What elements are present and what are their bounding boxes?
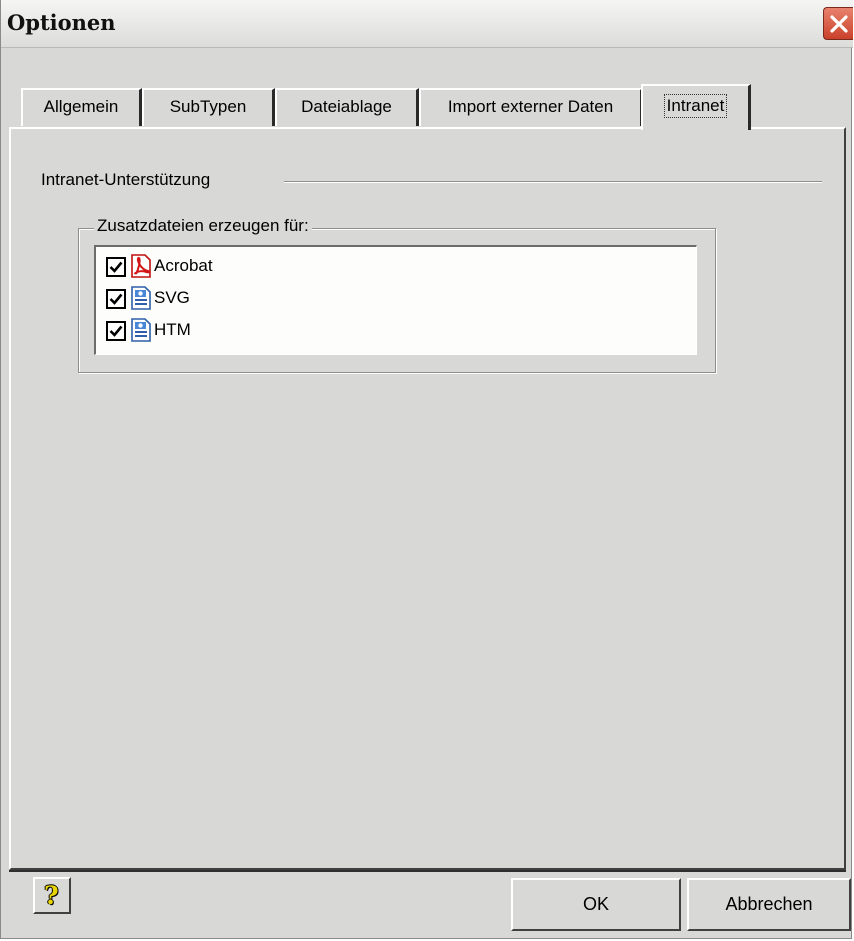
help-icon: ?	[44, 881, 59, 910]
group-label: Zusatzdateien erzeugen für:	[94, 216, 312, 236]
tab-label: Import externer Daten	[447, 97, 614, 116]
cancel-button[interactable]: Abbrechen	[687, 878, 851, 931]
tab-label: Allgemein	[43, 97, 119, 116]
checkmark-icon	[109, 325, 123, 337]
tab-import-externer-daten[interactable]: Import externer Daten	[419, 88, 643, 126]
tab-dateiablage[interactable]: Dateiablage	[275, 88, 419, 126]
item-label-acrobat: Acrobat	[154, 256, 213, 275]
checkmark-icon	[109, 261, 123, 273]
web-document-icon	[131, 286, 151, 310]
bottom-divider	[9, 870, 846, 872]
help-button[interactable]: ?	[33, 877, 71, 914]
close-button[interactable]	[823, 7, 853, 40]
close-icon	[830, 15, 848, 33]
tab-label: Intranet	[663, 94, 728, 118]
section-label-intranet-support: Intranet-Unterstützung	[41, 170, 211, 189]
extra-files-list[interactable]: Acrobat SVG HTM	[94, 245, 697, 355]
tab-intranet[interactable]: Intranet	[641, 84, 751, 130]
checkmark-icon	[109, 293, 123, 305]
item-label-svg: SVG	[154, 288, 190, 307]
window-title: Optionen	[7, 10, 116, 35]
checkbox-acrobat[interactable]	[106, 257, 126, 277]
web-document-icon	[131, 318, 151, 342]
tab-label: SubTypen	[169, 97, 247, 116]
title-bar[interactable]: Optionen	[1, 0, 853, 48]
item-label-htm: HTM	[154, 320, 191, 339]
tab-subtypen[interactable]: SubTypen	[142, 88, 275, 126]
tab-allgemein[interactable]: Allgemein	[21, 88, 142, 126]
options-dialog: Optionen Allgemein SubTypen Dateiablage …	[0, 0, 853, 939]
section-divider	[284, 181, 822, 183]
tab-label: Dateiablage	[301, 97, 392, 116]
ok-button[interactable]: OK	[511, 878, 681, 931]
checkbox-htm[interactable]	[106, 321, 126, 341]
checkbox-svg[interactable]	[106, 289, 126, 309]
pdf-file-icon	[131, 254, 151, 278]
